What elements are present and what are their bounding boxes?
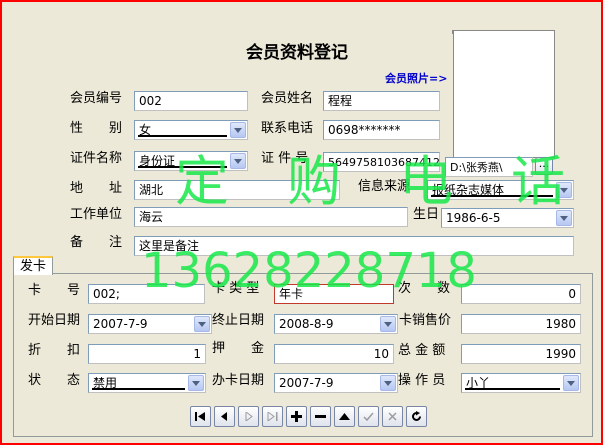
chevron-down-icon[interactable] [380, 375, 396, 391]
refresh-record-button[interactable] [406, 406, 427, 427]
tab-issue-card[interactable]: 发卡 [13, 256, 54, 275]
status-underline [92, 388, 185, 390]
plus-icon [291, 411, 302, 422]
minus-icon [315, 415, 326, 418]
discount-label: 折 扣 [28, 343, 81, 358]
member-name-input[interactable]: 程程 [323, 91, 440, 111]
times-input[interactable]: 0 [461, 284, 581, 304]
close-icon [388, 412, 397, 421]
cancel-record-button[interactable] [382, 406, 403, 427]
end-date-label: 终止日期 [212, 313, 265, 328]
address-label: 地 址 [70, 181, 123, 196]
member-no-label: 会员编号 [70, 91, 123, 106]
watermark-line2: 13628228718 [141, 243, 477, 299]
last-icon [267, 412, 278, 421]
triangle-up-icon [339, 413, 350, 420]
status-select[interactable]: 禁用 [88, 373, 206, 393]
phone-label: 联系电话 [261, 121, 314, 136]
next-icon [245, 412, 253, 421]
id-type-label: 证件名称 [70, 151, 123, 166]
issue-date-picker[interactable]: 2007-7-9 [274, 373, 398, 393]
prior-icon [221, 412, 227, 421]
chevron-down-icon[interactable] [194, 316, 210, 332]
operator-select[interactable]: 小丫 [461, 373, 581, 393]
card-price-input[interactable]: 1980 [461, 314, 581, 334]
page-title: 会员资料登记 [246, 43, 348, 63]
post-record-button[interactable] [358, 406, 379, 427]
refresh-icon [412, 411, 421, 421]
chevron-down-icon[interactable] [230, 122, 246, 138]
card-no-label: 卡 号 [28, 283, 81, 298]
photo-label: 会员照片=> [385, 72, 448, 85]
total-input[interactable]: 1990 [461, 344, 581, 364]
operator-label: 操 作 员 [398, 373, 446, 388]
issue-date-label: 办卡日期 [212, 373, 265, 388]
start-date-picker[interactable]: 2007-7-9 [88, 314, 212, 334]
member-name-label: 会员姓名 [261, 91, 314, 106]
record-navigator [190, 406, 432, 428]
issue-date-value: 2007-7-9 [279, 376, 334, 390]
start-date-value: 2007-7-9 [93, 317, 148, 331]
discount-input[interactable]: 1 [88, 344, 206, 364]
check-icon [363, 412, 374, 421]
chevron-down-icon[interactable] [380, 316, 396, 332]
card-price-label: 卡销售价 [399, 313, 452, 328]
insert-record-button[interactable] [286, 406, 307, 427]
end-date-picker[interactable]: 2008-8-9 [274, 314, 398, 334]
start-date-label: 开始日期 [28, 313, 81, 328]
delete-record-button[interactable] [310, 406, 331, 427]
deposit-label: 押 金 [212, 341, 265, 356]
gender-label: 性 别 [70, 121, 123, 136]
chevron-down-icon[interactable] [188, 375, 204, 391]
total-label: 总 金 额 [398, 343, 446, 358]
remark-label: 备 注 [70, 235, 123, 250]
watermark-line1: 定 购 电 话 [175, 150, 567, 213]
last-record-button[interactable] [262, 406, 283, 427]
deposit-input[interactable]: 10 [274, 344, 394, 364]
member-no-input[interactable]: 002 [134, 91, 248, 111]
chevron-down-icon[interactable] [563, 375, 579, 391]
first-icon [195, 412, 205, 421]
edit-record-button[interactable] [334, 406, 355, 427]
next-record-button[interactable] [238, 406, 259, 427]
prior-record-button[interactable] [214, 406, 235, 427]
end-date-value: 2008-8-9 [279, 317, 334, 331]
operator-underline [465, 388, 560, 390]
first-record-button[interactable] [190, 406, 211, 427]
workplace-label: 工作单位 [70, 207, 123, 222]
status-label: 状 态 [28, 373, 81, 388]
